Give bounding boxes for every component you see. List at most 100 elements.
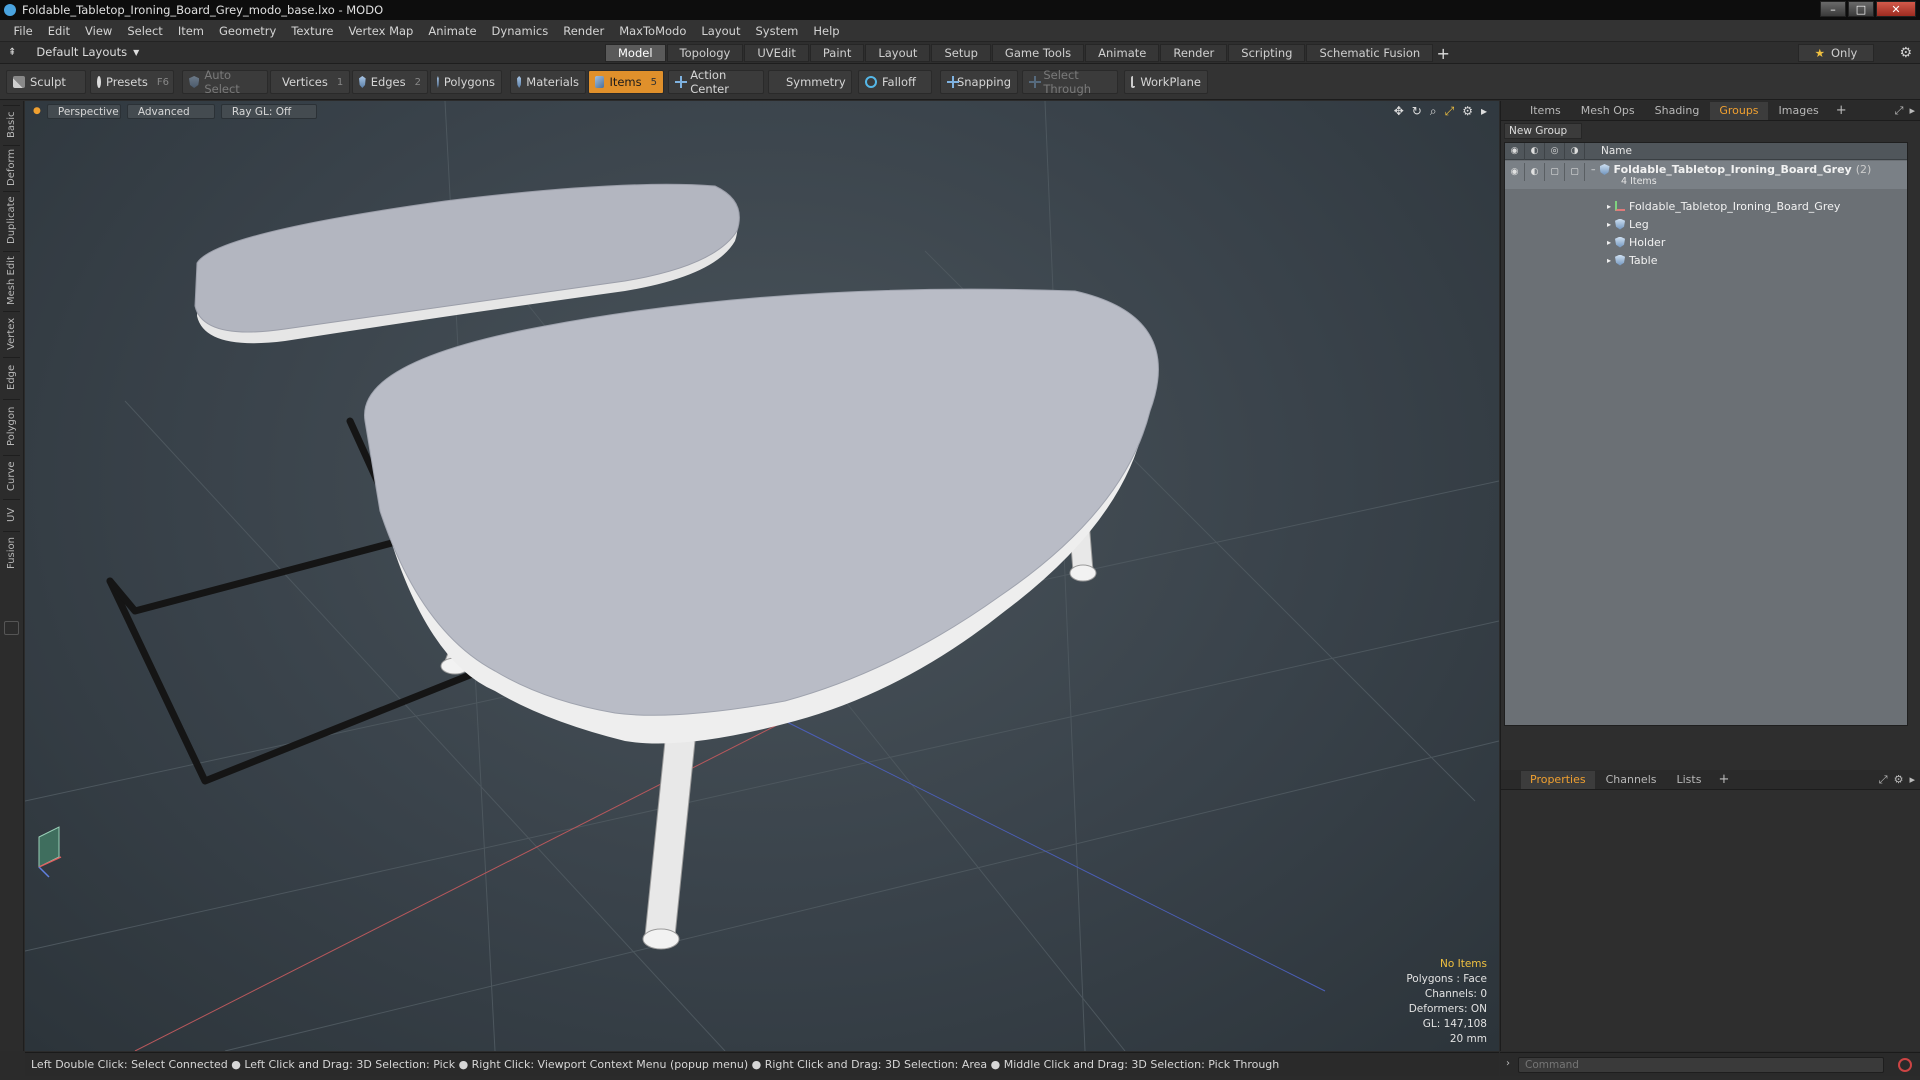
fit-icon[interactable]: ⤢: [1445, 104, 1455, 119]
select-checkbox[interactable]: ▢: [1565, 163, 1585, 181]
presets-button[interactable]: Presets F6: [90, 70, 174, 94]
menu-select[interactable]: Select: [120, 24, 170, 38]
tab-layout[interactable]: Layout: [865, 44, 931, 62]
tab-lists[interactable]: Lists: [1668, 771, 1711, 789]
render-icon[interactable]: ◐: [1525, 163, 1545, 181]
left-tab-vertex[interactable]: Vertex: [3, 311, 20, 355]
left-tab-fusion[interactable]: Fusion: [3, 531, 20, 575]
symmetry-button[interactable]: Symmetry: [768, 70, 852, 94]
render-column-icon[interactable]: ◐: [1525, 142, 1545, 160]
menu-item[interactable]: Item: [170, 24, 211, 38]
left-tab-uv[interactable]: UV: [3, 499, 20, 529]
materials-button[interactable]: Materials: [510, 70, 586, 94]
add-tab-button[interactable]: +: [1434, 44, 1452, 63]
layout-selector[interactable]: ⇞ Default Layouts ▼: [8, 45, 139, 59]
tab-shading[interactable]: Shading: [1646, 102, 1709, 120]
panel-maximize-icon[interactable]: ⤢: [1895, 104, 1904, 118]
left-tab-edge[interactable]: Edge: [3, 357, 20, 397]
properties-maximize-icon[interactable]: ⤢: [1879, 773, 1888, 787]
raygl-button[interactable]: Ray GL: Off: [220, 104, 317, 119]
add-properties-tab-button[interactable]: +: [1712, 772, 1735, 787]
menu-render[interactable]: Render: [556, 24, 612, 38]
tab-channels[interactable]: Channels: [1597, 771, 1666, 789]
lock-column-icon[interactable]: ◎: [1545, 142, 1565, 160]
left-tab-mesh-edit[interactable]: Mesh Edit: [3, 251, 20, 309]
tab-topology[interactable]: Topology: [666, 44, 744, 62]
tab-game-tools[interactable]: Game Tools: [991, 44, 1085, 62]
menu-help[interactable]: Help: [806, 24, 847, 38]
tab-paint[interactable]: Paint: [809, 44, 865, 62]
maximize-button[interactable]: □: [1848, 1, 1874, 17]
menu-geometry[interactable]: Geometry: [212, 24, 284, 38]
tab-model[interactable]: Model: [605, 44, 666, 62]
menu-layout[interactable]: Layout: [694, 24, 748, 38]
tree-item-table[interactable]: ▸ Table: [1505, 251, 1907, 269]
tab-setup[interactable]: Setup: [931, 44, 991, 62]
tab-scripting[interactable]: Scripting: [1228, 44, 1306, 62]
select-column-icon[interactable]: ◑: [1565, 142, 1585, 160]
close-button[interactable]: ✕: [1876, 1, 1916, 17]
viewport-gear-icon[interactable]: ⚙: [1462, 104, 1473, 119]
items-button[interactable]: Items 5: [588, 70, 664, 94]
vertices-button[interactable]: Vertices 1: [270, 70, 350, 94]
tab-mesh-ops[interactable]: Mesh Ops: [1572, 102, 1644, 120]
left-tab-duplicate[interactable]: Duplicate: [3, 191, 20, 249]
view-mode-button[interactable]: Perspective: [46, 104, 121, 119]
snapping-button[interactable]: Snapping: [940, 70, 1018, 94]
new-group-button[interactable]: New Group: [1504, 123, 1582, 139]
tab-uvedit[interactable]: UVEdit: [744, 44, 809, 62]
left-tab-curve[interactable]: Curve: [3, 455, 20, 497]
menu-maxtomodo[interactable]: MaxToModo: [612, 24, 694, 38]
pan-icon[interactable]: ✥: [1394, 104, 1404, 119]
expand-icon[interactable]: ▸: [1607, 238, 1611, 247]
expand-icon[interactable]: ▸: [1607, 220, 1611, 229]
collapse-icon[interactable]: –: [1591, 165, 1596, 175]
menu-file[interactable]: File: [6, 24, 40, 38]
add-panel-tab-button[interactable]: +: [1830, 103, 1853, 118]
tree-item-leg[interactable]: ▸ Leg: [1505, 215, 1907, 233]
falloff-button[interactable]: Falloff: [858, 70, 932, 94]
command-input[interactable]: [1518, 1057, 1884, 1073]
menu-dynamics[interactable]: Dynamics: [484, 24, 556, 38]
tab-schematic-fusion[interactable]: Schematic Fusion: [1306, 44, 1434, 62]
viewport-expand-icon[interactable]: ▸: [1481, 104, 1487, 119]
rotate-icon[interactable]: ↻: [1412, 104, 1422, 119]
properties-expand-icon[interactable]: ▸: [1909, 773, 1915, 787]
expand-icon[interactable]: ▸: [1607, 256, 1611, 265]
visibility-icon[interactable]: ◉: [1505, 163, 1525, 181]
tab-items[interactable]: Items: [1521, 102, 1570, 120]
expand-icon[interactable]: ▸: [1607, 202, 1611, 211]
tab-properties[interactable]: Properties: [1521, 770, 1595, 789]
command-execute-icon[interactable]: [1898, 1058, 1912, 1072]
group-row[interactable]: ◉ ◐ ▢ ▢ – Foldable_Tabletop_Ironing_Boar…: [1505, 161, 1907, 189]
viewport-menu-dot[interactable]: ●: [33, 104, 41, 118]
zoom-icon[interactable]: ⌕: [1430, 104, 1437, 119]
select-through-button[interactable]: Select Through: [1022, 68, 1118, 96]
tab-groups[interactable]: Groups: [1710, 101, 1768, 120]
tab-render[interactable]: Render: [1160, 44, 1228, 62]
shading-mode-button[interactable]: Advanced: [126, 104, 215, 119]
action-center-button[interactable]: Action Center: [668, 68, 764, 96]
menu-view[interactable]: View: [78, 24, 120, 38]
menu-system[interactable]: System: [748, 24, 806, 38]
left-strip-toggle[interactable]: [4, 621, 19, 635]
auto-select-button[interactable]: Auto Select: [182, 68, 268, 96]
menu-vertex-map[interactable]: Vertex Map: [341, 24, 421, 38]
menu-edit[interactable]: Edit: [40, 24, 77, 38]
only-toggle[interactable]: ★ Only: [1798, 44, 1874, 62]
edges-button[interactable]: Edges 2: [352, 70, 428, 94]
panel-expand-icon[interactable]: ▸: [1909, 104, 1915, 118]
menu-texture[interactable]: Texture: [284, 24, 341, 38]
minimize-button[interactable]: –: [1820, 1, 1846, 17]
menu-animate[interactable]: Animate: [421, 24, 484, 38]
polygons-button[interactable]: Polygons: [430, 70, 502, 94]
left-tab-polygon[interactable]: Polygon: [3, 399, 20, 453]
tab-animate[interactable]: Animate: [1085, 44, 1160, 62]
workplane-button[interactable]: WorkPlane: [1124, 70, 1208, 94]
lock-checkbox[interactable]: ▢: [1545, 163, 1565, 181]
gear-icon[interactable]: ⚙: [1899, 45, 1912, 61]
command-history-icon[interactable]: ›: [1506, 1058, 1510, 1069]
tree-item-foldable[interactable]: ▸ Foldable_Tabletop_Ironing_Board_Grey: [1505, 197, 1907, 215]
left-tab-basic[interactable]: Basic: [3, 105, 20, 143]
3d-viewport[interactable]: ● Perspective Advanced Ray GL: Off ✥ ↻ ⌕…: [25, 101, 1499, 1051]
